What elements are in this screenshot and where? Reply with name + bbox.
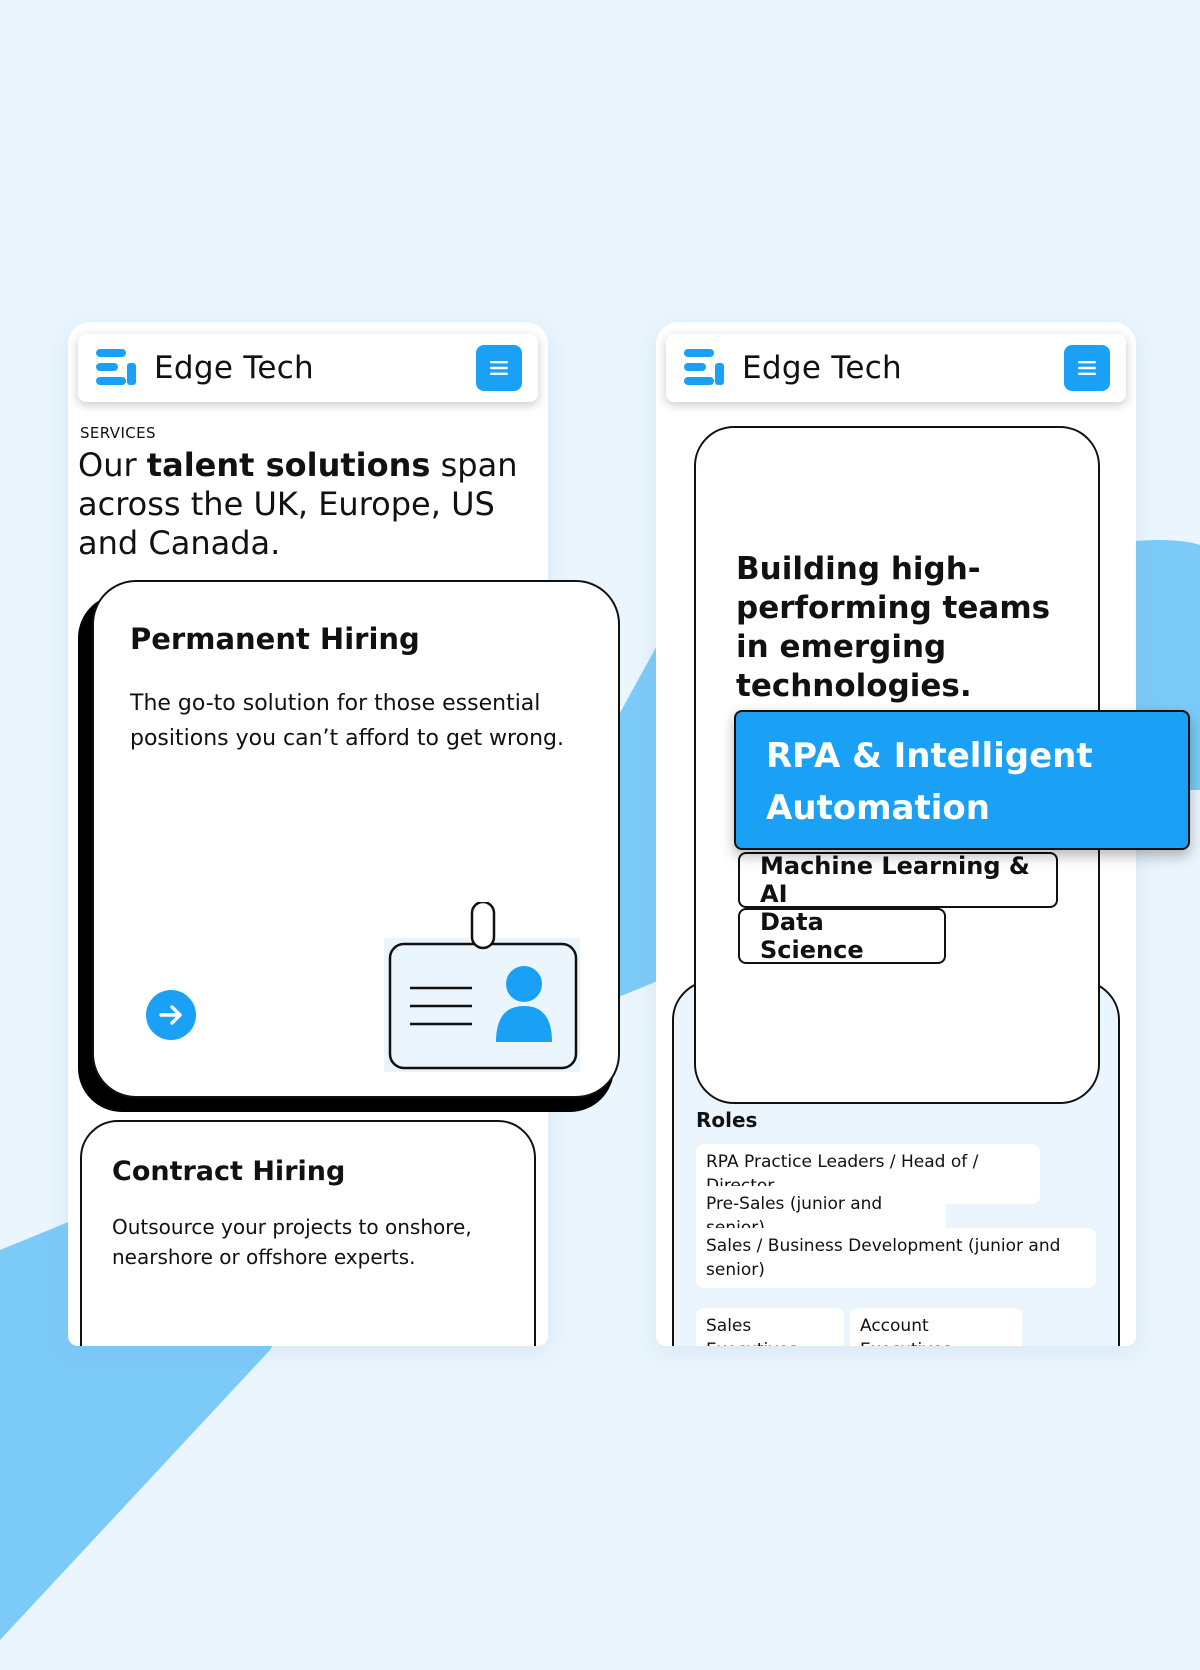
- pill-data-science[interactable]: Data Science: [738, 908, 946, 964]
- card-description: The go-to solution for those essential p…: [130, 691, 564, 751]
- id-badge-icon: [384, 902, 580, 1072]
- roles-title: Roles: [696, 1108, 758, 1132]
- arrow-right-icon: [159, 1005, 182, 1025]
- hamburger-menu-icon: [1078, 361, 1096, 375]
- role-chip: Sales / Business Development (junior and…: [696, 1228, 1096, 1288]
- contract-hiring-card[interactable]: Contract Hiring Outsource your projects …: [80, 1120, 536, 1346]
- card-title: Permanent Hiring: [130, 622, 420, 656]
- navbar: Edge Tech: [78, 334, 538, 402]
- pill-machine-learning[interactable]: Machine Learning & AI: [738, 852, 1058, 908]
- role-chip: Account Executives: [850, 1308, 1022, 1346]
- brand-name[interactable]: Edge Tech: [154, 350, 314, 386]
- brand-name[interactable]: Edge Tech: [742, 350, 902, 386]
- headline-bold: talent solutions: [146, 446, 431, 484]
- headline-pre: Our: [78, 446, 147, 484]
- section-eyebrow: SERVICES: [80, 424, 156, 442]
- page-headline: Our talent solutions span across the UK,…: [78, 446, 518, 563]
- menu-button[interactable]: [476, 345, 522, 391]
- panel-headline: Building high-performing teams in emergi…: [736, 551, 1051, 704]
- edge-tech-logo-icon: [684, 349, 724, 385]
- card-title: Contract Hiring: [112, 1156, 346, 1187]
- menu-button[interactable]: [1064, 345, 1110, 391]
- pill-rpa-intelligent-automation[interactable]: RPA & Intelligent Automation: [734, 710, 1190, 850]
- permanent-hiring-card[interactable]: Permanent Hiring The go-to solution for …: [92, 580, 620, 1098]
- card-description: Outsource your projects to onshore, near…: [112, 1215, 472, 1269]
- card-arrow-button[interactable]: [146, 990, 196, 1040]
- hamburger-menu-icon: [490, 361, 508, 375]
- navbar: Edge Tech: [666, 334, 1126, 402]
- edge-tech-logo-icon: [96, 349, 136, 385]
- role-chip: Sales Executives: [696, 1308, 844, 1346]
